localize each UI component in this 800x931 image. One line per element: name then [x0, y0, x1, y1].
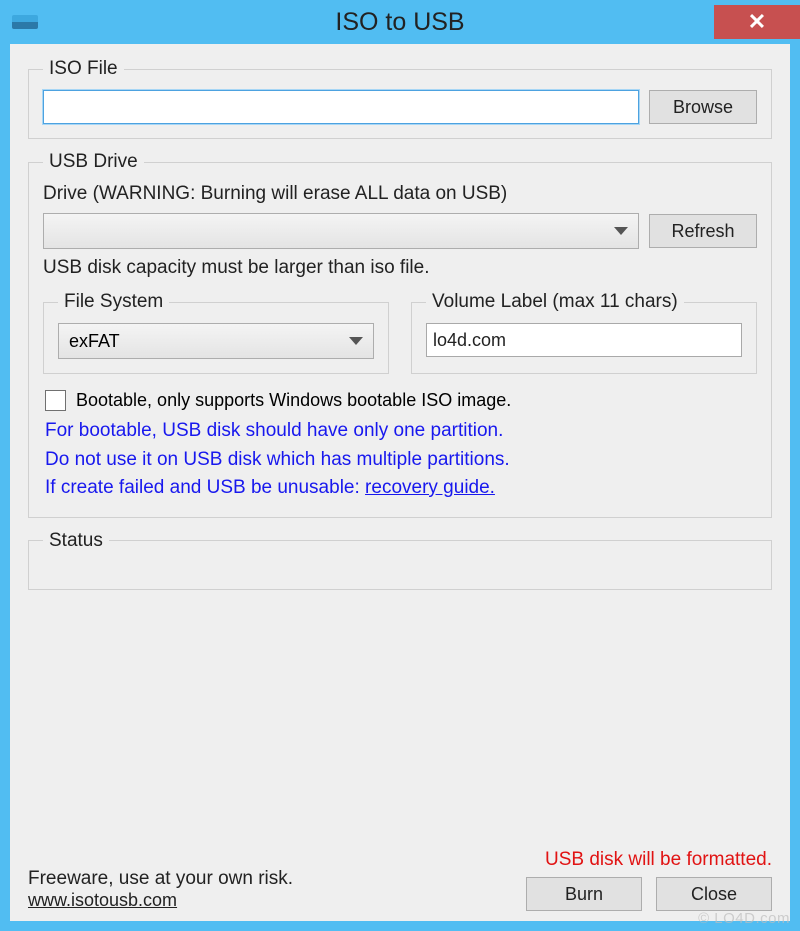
window-title: ISO to USB — [0, 8, 800, 37]
refresh-button[interactable]: Refresh — [649, 214, 757, 248]
drive-select[interactable] — [43, 213, 639, 249]
iso-file-legend: ISO File — [43, 58, 124, 80]
bootable-hint-line2: Do not use it on USB disk which has mult… — [45, 446, 757, 475]
iso-file-group: ISO File Browse — [28, 58, 772, 139]
bootable-hint-line3-text: If create failed and USB be unusable: — [45, 477, 365, 498]
chevron-down-icon — [349, 337, 363, 345]
volume-label-group: Volume Label (max 11 chars) — [411, 291, 757, 374]
burn-button[interactable]: Burn — [526, 877, 642, 911]
bootable-checkbox[interactable] — [45, 390, 66, 411]
close-button[interactable]: Close — [656, 877, 772, 911]
status-legend: Status — [43, 530, 109, 552]
status-group: Status — [28, 530, 772, 590]
bootable-hint: For bootable, USB disk should have only … — [45, 417, 757, 503]
app-window: ISO to USB ✕ ISO File Browse USB Drive D… — [0, 0, 800, 931]
volume-label-input[interactable] — [426, 323, 742, 357]
format-warning: USB disk will be formatted. — [545, 849, 772, 871]
file-system-group: File System exFAT — [43, 291, 389, 374]
freeware-note: Freeware, use at your own risk. — [28, 868, 293, 890]
footer: Freeware, use at your own risk. www.isot… — [28, 845, 772, 911]
drive-warning-label: Drive (WARNING: Burning will erase ALL d… — [43, 183, 757, 205]
file-system-select[interactable]: exFAT — [58, 323, 374, 359]
file-system-value: exFAT — [69, 331, 120, 352]
volume-label-legend: Volume Label (max 11 chars) — [426, 291, 684, 313]
client-area: ISO File Browse USB Drive Drive (WARNING… — [10, 44, 790, 921]
close-icon: ✕ — [748, 9, 766, 35]
bootable-label: Bootable, only supports Windows bootable… — [76, 390, 511, 411]
usb-drive-legend: USB Drive — [43, 151, 144, 173]
file-system-legend: File System — [58, 291, 169, 313]
bootable-hint-line3: If create failed and USB be unusable: re… — [45, 474, 757, 503]
website-link[interactable]: www.isotousb.com — [28, 890, 293, 911]
freeware-block: Freeware, use at your own risk. www.isot… — [28, 868, 293, 911]
browse-button[interactable]: Browse — [649, 90, 757, 124]
app-icon — [12, 15, 38, 29]
chevron-down-icon — [614, 227, 628, 235]
footer-right: USB disk will be formatted. Burn Close — [526, 849, 772, 911]
window-close-button[interactable]: ✕ — [714, 5, 800, 39]
titlebar: ISO to USB ✕ — [0, 0, 800, 44]
capacity-note: USB disk capacity must be larger than is… — [43, 257, 757, 279]
iso-path-input[interactable] — [43, 90, 639, 124]
usb-drive-group: USB Drive Drive (WARNING: Burning will e… — [28, 151, 772, 518]
recovery-guide-link[interactable]: recovery guide. — [365, 477, 495, 498]
bootable-hint-line1: For bootable, USB disk should have only … — [45, 417, 757, 446]
